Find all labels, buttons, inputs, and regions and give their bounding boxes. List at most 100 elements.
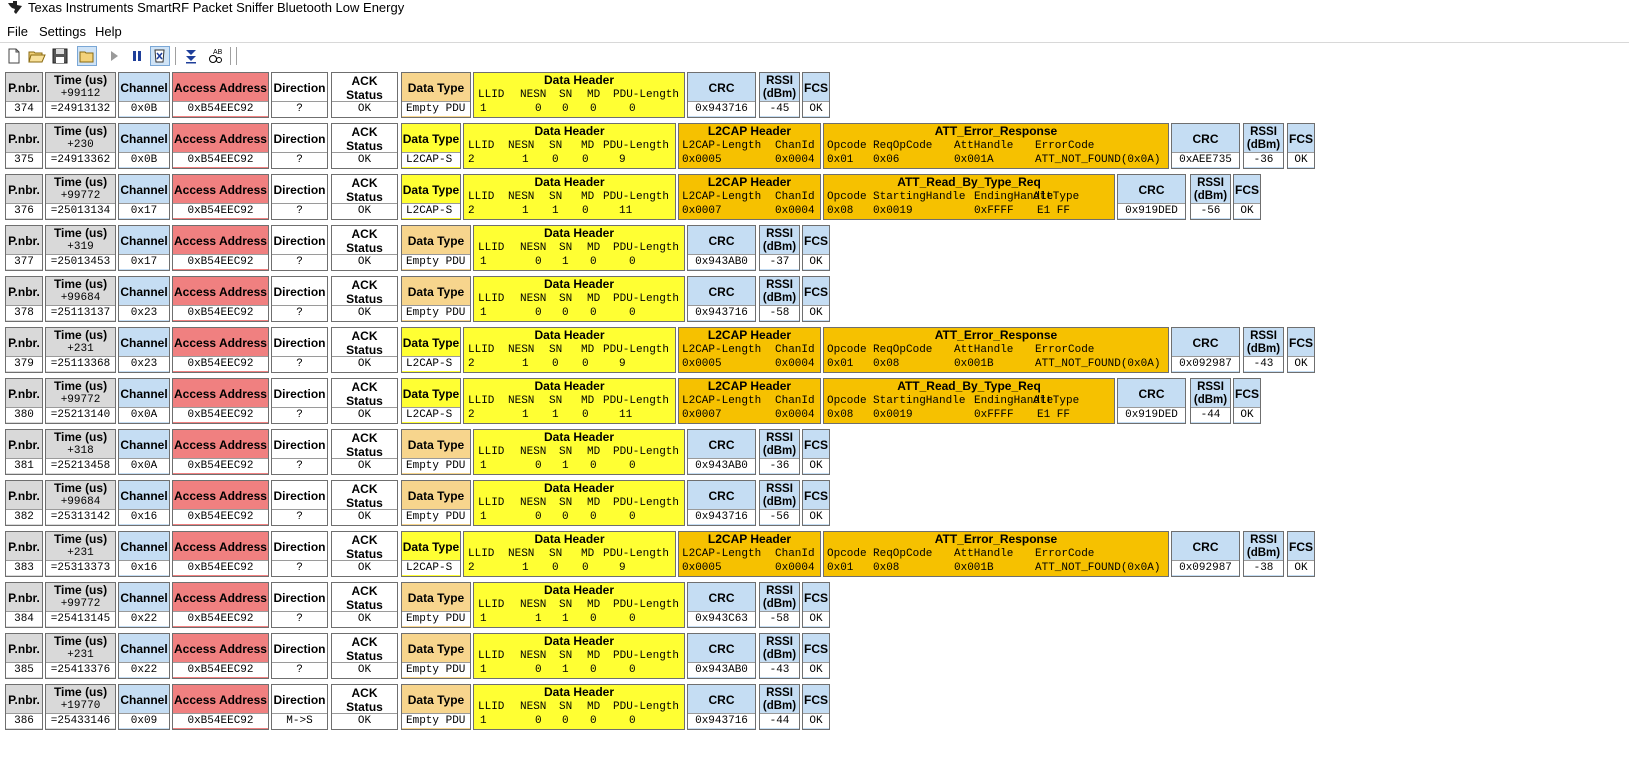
open-folder-icon[interactable] (77, 46, 97, 66)
rssi-header-line: RSSI (766, 279, 793, 291)
display-format-icon[interactable]: AB (205, 46, 225, 66)
crc-header: CRC (1192, 131, 1219, 146)
rssi-header-line: RSSI (1197, 177, 1224, 189)
data-header-value: 9 (619, 562, 626, 574)
data-header-value: 9 (619, 154, 626, 166)
access-address-value: 0xB54EEC92 (173, 560, 268, 575)
direction-field: Direction ? (271, 582, 328, 628)
pause-icon[interactable] (127, 46, 147, 66)
fcs-field: FCS OK (802, 276, 830, 322)
data-header-value: 2 (468, 409, 475, 421)
packet-number-header: P.nbr. (8, 488, 40, 503)
time-delta-value: +231 (67, 649, 94, 661)
data-header-label: LLID (468, 140, 495, 152)
rssi-field: RSSI (dBm) -37 (759, 225, 800, 271)
crc-value: 0xAEE735 (1172, 152, 1239, 167)
fcs-header: FCS (1235, 182, 1259, 197)
chan-id-label: ChanId (775, 548, 815, 560)
crc-header: CRC (1192, 539, 1219, 554)
new-icon[interactable] (4, 46, 24, 66)
att-field-label: Opcode (827, 395, 867, 407)
data-header-field: Data Header LLID NESN SN MD PDU-Length 1 0 1 0 0 (473, 225, 685, 271)
rssi-header: RSSI (dBm) (760, 431, 799, 459)
crc-field: CRC 0xAEE735 (1171, 123, 1240, 169)
ack-status-value: OK (332, 560, 397, 575)
packet-list[interactable]: P.nbr. 374 Time (us) +99112 =24913132 Ch… (0, 72, 1629, 766)
att-field-value: ATT_NOT_FOUND(0x0A) (1035, 154, 1161, 166)
data-type-header: Data Type (402, 386, 460, 401)
channel-header: Channel (120, 437, 168, 452)
rssi-unit-line: (dBm) (762, 649, 797, 661)
menu-file[interactable]: File (7, 24, 28, 40)
direction-value: ? (272, 662, 327, 677)
ack-status-header: ACK Status (346, 481, 383, 510)
channel-value: 0x0A (119, 407, 169, 422)
channel-header: Channel (120, 590, 168, 605)
autoscroll-icon[interactable] (181, 46, 201, 66)
data-header-value: 0 (590, 103, 597, 115)
ack-status-header: ACK Status (346, 175, 383, 204)
rssi-header: RSSI (dBm) (760, 686, 799, 714)
menu-help[interactable]: Help (95, 24, 122, 40)
data-type-header: Data Type (402, 539, 460, 554)
data-header-value: 0 (590, 307, 597, 319)
direction-value: ? (272, 560, 327, 575)
rssi-header-line: RSSI (766, 432, 793, 444)
time-field: Time (us) +231 =25113368 (45, 327, 116, 373)
channel-header: Channel (120, 233, 168, 248)
data-header-label: MD (581, 548, 595, 560)
data-header-value: 0 (535, 511, 542, 523)
time-absolute-value: =25213140 (46, 407, 115, 422)
data-header-value: 0 (552, 154, 559, 166)
data-header-value: 0 (590, 613, 597, 625)
rssi-header-line: RSSI (1197, 381, 1224, 393)
open-icon[interactable] (27, 46, 47, 66)
fcs-header: FCS (804, 284, 828, 299)
save-icon[interactable] (50, 46, 70, 66)
svg-text:AB: AB (213, 49, 223, 56)
packet-number-header: P.nbr. (8, 692, 40, 707)
data-header-title: Data Header (534, 175, 605, 189)
time-delta-value: +231 (67, 547, 94, 559)
direction-value: ? (272, 611, 327, 626)
menu-settings[interactable]: Settings (39, 24, 86, 40)
access-address-header: Access Address (174, 335, 267, 350)
data-header-value: 0 (535, 103, 542, 115)
data-header-label: NESN (520, 701, 547, 713)
att-field-value: 0x01 (827, 154, 854, 166)
att-field-value: 0xFFFF (974, 409, 1014, 421)
att-error-response-field: ATT_Error_Response Opcode ReqOpCode AttHan… (823, 531, 1169, 577)
att-field-label: Opcode (827, 548, 867, 560)
data-type-value: Empty PDU (402, 254, 470, 269)
direction-field: Direction ? (271, 531, 328, 577)
data-header-field: Data Header LLID NESN SN MD PDU-Length 2 1 1 0 11 (463, 378, 676, 424)
fcs-field: FCS OK (802, 225, 830, 271)
data-header-value: 0 (629, 460, 636, 472)
channel-header: Channel (120, 539, 168, 554)
data-header-label: MD (587, 89, 601, 101)
rssi-header-line: RSSI (766, 75, 793, 87)
data-type-field: Data Type L2CAP-S (401, 531, 461, 577)
fcs-header: FCS (804, 641, 828, 656)
crc-value: 0x919DED (1118, 407, 1185, 422)
att-field-label: AttHandle (954, 548, 1014, 560)
data-header-value: 1 (480, 256, 487, 268)
crc-header: CRC (1192, 335, 1219, 350)
data-header-value: 0 (552, 358, 559, 370)
crc-header: CRC (708, 488, 735, 503)
access-address-value: 0xB54EEC92 (173, 611, 268, 626)
packet-number-field: P.nbr. 374 (5, 72, 43, 118)
time-delta-value: +99684 (60, 292, 101, 304)
channel-value: 0x17 (119, 254, 169, 269)
att-title: ATT_Read_By_Type_Req (897, 379, 1041, 393)
data-header-label: PDU-Length (613, 242, 680, 254)
channel-field: Channel 0x17 (118, 174, 170, 220)
fcs-value: OK (803, 509, 829, 524)
fcs-header: FCS (1289, 131, 1313, 146)
ack-status-value: OK (332, 305, 397, 320)
clear-icon[interactable] (150, 46, 170, 66)
play-icon[interactable] (104, 46, 124, 66)
packet-number-value: 380 (6, 407, 42, 422)
data-type-header: Data Type (407, 284, 465, 299)
rssi-header: RSSI (dBm) (1244, 533, 1283, 561)
